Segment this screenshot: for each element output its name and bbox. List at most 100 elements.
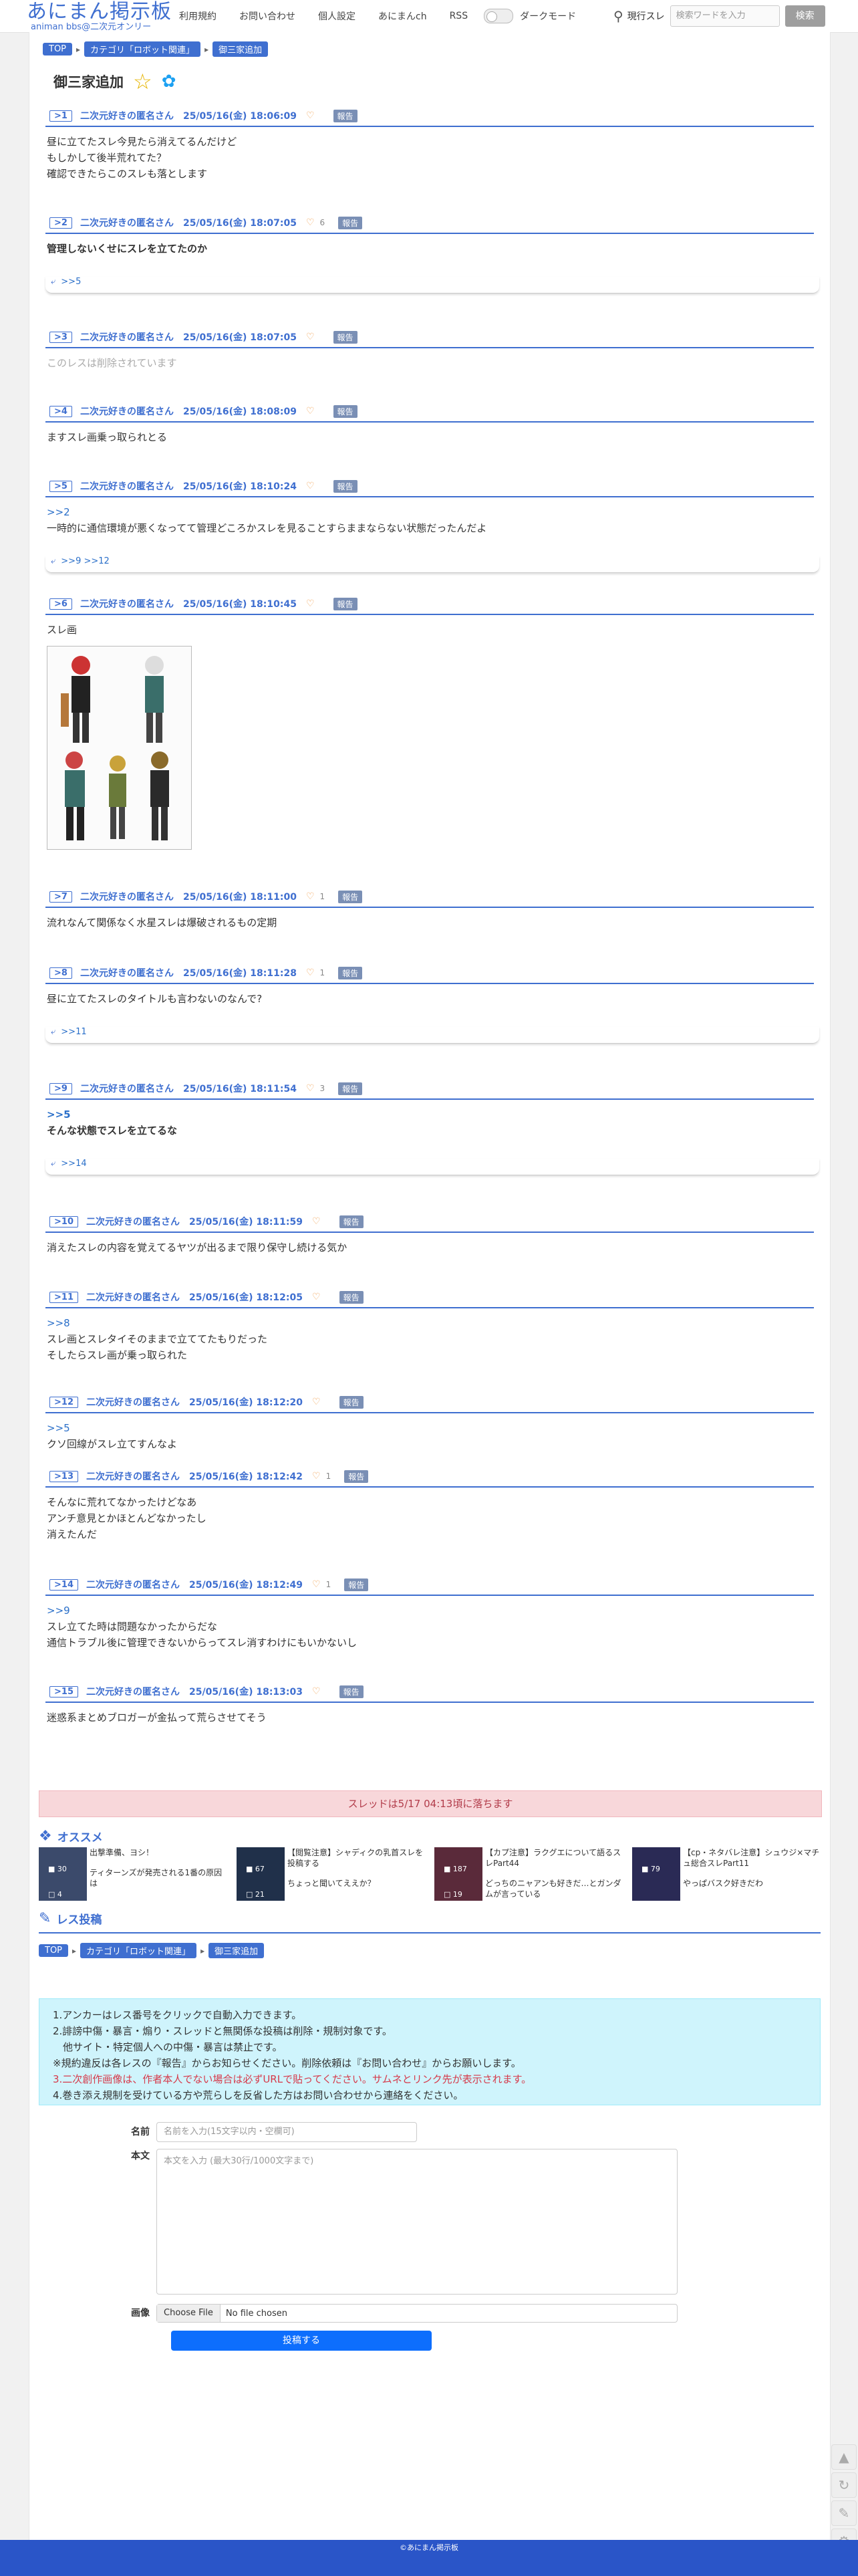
report-button[interactable]: 報告: [339, 1395, 364, 1409]
report-button[interactable]: 報告: [338, 966, 363, 979]
rule-line: 4.巻き添え規制を受けている方や荒らしを反省した方はお問い合わせから連絡をくださ…: [53, 2089, 464, 2101]
anchor-link[interactable]: >>2: [47, 504, 813, 520]
recommend-thumbnail[interactable]: ■ 79: [632, 1847, 680, 1901]
site-logo[interactable]: あにまん掲示板 animan bbs@二次元オンリー: [27, 1, 172, 32]
breadcrumb-category[interactable]: カテゴリ「ロボット関連」: [80, 1943, 197, 1958]
report-button[interactable]: 報告: [339, 1290, 364, 1304]
report-button[interactable]: 報告: [338, 890, 363, 903]
breadcrumb-category[interactable]: カテゴリ「ロボット関連」: [84, 41, 201, 57]
report-button[interactable]: 報告: [344, 1578, 369, 1591]
like-heart-icon[interactable]: ♡: [306, 110, 315, 121]
post-number[interactable]: >13: [49, 1470, 78, 1482]
post-number[interactable]: >8: [49, 967, 72, 979]
recommend-item[interactable]: ■ 67 □ 21 【閲覧注意】シャディクの乳首スレを投稿する ちょっと聞いてええ…: [237, 1847, 425, 1901]
recommend-title[interactable]: 【cp・ネタバレ注意】シュウジ×マチュ総合スレPart11: [683, 1848, 819, 1868]
search-button[interactable]: 検索: [784, 5, 825, 27]
submit-button[interactable]: 投稿する: [171, 2331, 432, 2351]
search-scope-select[interactable]: 現行スレ: [627, 9, 665, 23]
breadcrumb-top[interactable]: TOP: [43, 43, 73, 55]
like-heart-icon[interactable]: ♡: [312, 1397, 321, 1407]
report-button[interactable]: 報告: [333, 597, 358, 610]
report-button[interactable]: 報告: [339, 1215, 364, 1228]
report-button[interactable]: 報告: [333, 404, 358, 418]
recommend-item[interactable]: ■ 187 □ 19 【カプ注意】ラクグエについて語るスレPart44 どっちのニ…: [434, 1847, 623, 1901]
post-number[interactable]: >3: [49, 331, 72, 343]
recommend-item[interactable]: ■ 30 □ 4 出撃準備、ヨシ！ ティターンズが発売される1番の原因は: [39, 1847, 227, 1901]
like-heart-icon[interactable]: ♡: [312, 1686, 321, 1697]
anchor-link[interactable]: >>9: [47, 1603, 813, 1619]
like-heart-icon[interactable]: ♡: [306, 217, 315, 228]
recommend-item[interactable]: ■ 79 【cp・ネタバレ注意】シュウジ×マチュ総合スレPart11 やっぱバスク…: [632, 1847, 821, 1901]
twitter-share-icon[interactable]: ✿: [162, 72, 176, 92]
name-input[interactable]: 名前を入力(15文字以内・空欄可): [156, 2122, 417, 2142]
like-heart-icon[interactable]: ♡: [306, 598, 315, 609]
anchor-link[interactable]: >>5: [47, 1106, 813, 1123]
post-number[interactable]: >9: [49, 1082, 72, 1094]
backlink-refs[interactable]: >>11: [61, 1027, 86, 1037]
scroll-top-icon[interactable]: ▲: [831, 2444, 857, 2470]
file-input[interactable]: Choose File No file chosen: [156, 2304, 678, 2323]
anchor-link[interactable]: >>8: [47, 1315, 813, 1331]
post-image[interactable]: [47, 646, 192, 850]
backlink-refs[interactable]: >>14: [61, 1159, 86, 1169]
backlink-refs[interactable]: >>9 >>12: [61, 556, 110, 566]
post-number[interactable]: >4: [49, 405, 72, 417]
report-button[interactable]: 報告: [338, 216, 363, 229]
choose-file-button[interactable]: Choose File: [157, 2305, 221, 2322]
report-button[interactable]: 報告: [333, 479, 358, 493]
backlink-refs[interactable]: >>5: [61, 277, 81, 287]
body-textarea[interactable]: 本文を入力 (最大30行/1000文字まで): [156, 2149, 678, 2295]
report-button[interactable]: 報告: [333, 109, 358, 122]
logo-title[interactable]: あにまん掲示板: [27, 1, 172, 23]
nav-animanch[interactable]: あにまんch: [378, 9, 427, 23]
report-button[interactable]: 報告: [344, 1470, 369, 1483]
like-heart-icon[interactable]: ♡: [312, 1471, 321, 1482]
dark-mode-toggle[interactable]: [484, 9, 514, 23]
nav-rss[interactable]: RSS: [450, 11, 468, 21]
recommend-title[interactable]: 【カプ注意】ラクグエについて語るスレPart44: [485, 1848, 621, 1868]
post-number[interactable]: >7: [49, 891, 72, 903]
post-body: 流れなんて関係なく水星スレは爆破されるもの定期: [45, 908, 814, 931]
reload-icon[interactable]: ↻: [831, 2472, 857, 2498]
like-heart-icon[interactable]: ♡: [306, 1083, 315, 1094]
post-number[interactable]: >15: [49, 1685, 78, 1697]
like-heart-icon[interactable]: ♡: [306, 406, 315, 417]
report-button[interactable]: 報告: [338, 1082, 363, 1095]
breadcrumb-thread[interactable]: 御三家追加: [208, 1943, 265, 1958]
post-number[interactable]: >14: [49, 1578, 78, 1591]
nav-terms[interactable]: 利用規約: [179, 9, 217, 23]
like-heart-icon[interactable]: ♡: [306, 891, 315, 902]
like-heart-icon[interactable]: ♡: [312, 1292, 321, 1302]
nav-settings[interactable]: 個人設定: [318, 9, 355, 23]
nav-contact[interactable]: お問い合わせ: [239, 9, 295, 23]
post-number[interactable]: >10: [49, 1215, 78, 1227]
recommend-thumbnail[interactable]: ■ 30 □ 4: [39, 1847, 87, 1901]
post-number[interactable]: >2: [49, 217, 72, 229]
post-number[interactable]: >1: [49, 110, 72, 122]
report-button[interactable]: 報告: [339, 1685, 364, 1698]
anchor-link[interactable]: >>5: [47, 1420, 813, 1436]
post-number[interactable]: >5: [49, 480, 72, 492]
post-number[interactable]: >11: [49, 1291, 78, 1303]
write-icon[interactable]: ✎: [831, 2500, 857, 2526]
like-heart-icon[interactable]: ♡: [306, 332, 315, 342]
recommend-thumbnail[interactable]: ■ 67 □ 21: [237, 1847, 285, 1901]
post-number[interactable]: >12: [49, 1396, 78, 1408]
post-number[interactable]: >6: [49, 598, 72, 610]
post-line: 確認できたらこのスレも落とします: [47, 168, 208, 180]
like-heart-icon[interactable]: ♡: [306, 967, 315, 978]
like-heart-icon[interactable]: ♡: [312, 1579, 321, 1590]
favorite-star-icon[interactable]: ☆: [133, 71, 152, 92]
recommend-title[interactable]: 【閲覧注意】シャディクの乳首スレを投稿する: [287, 1848, 423, 1868]
like-heart-icon[interactable]: ♡: [306, 481, 315, 491]
rule-line: 他サイト・特定個人への中傷・暴言は禁止です。: [53, 2041, 283, 2053]
poster-name: 二次元好きの匿名さん: [86, 1292, 180, 1303]
recommend-title[interactable]: 出撃準備、ヨシ！: [90, 1848, 154, 1857]
like-heart-icon[interactable]: ♡: [312, 1216, 321, 1227]
recommend-thumbnail[interactable]: ■ 187 □ 19: [434, 1847, 482, 1901]
breadcrumb-top[interactable]: TOP: [39, 1944, 69, 1957]
report-button[interactable]: 報告: [333, 330, 358, 344]
breadcrumb-thread[interactable]: 御三家追加: [212, 41, 269, 57]
search-input[interactable]: 検索ワードを入力: [670, 5, 780, 27]
post-number-value: 3: [61, 332, 67, 342]
